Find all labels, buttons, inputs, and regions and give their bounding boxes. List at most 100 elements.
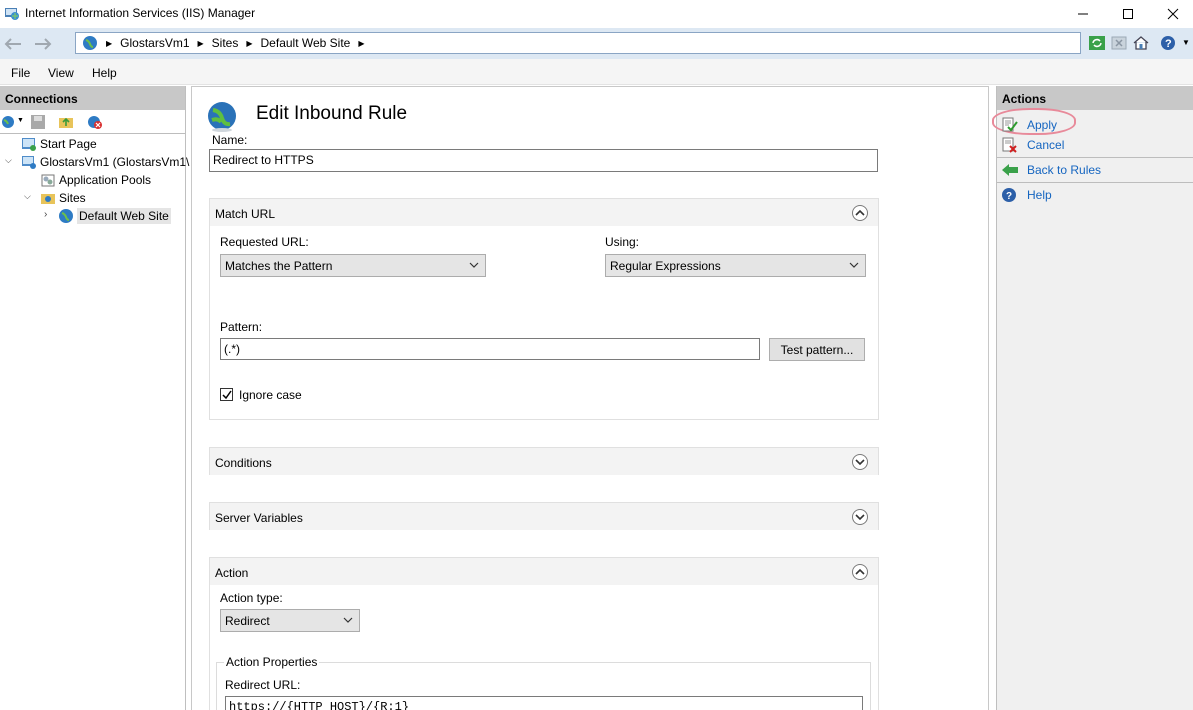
minimize-button[interactable]	[1060, 0, 1106, 28]
breadcrumb-sites[interactable]: Sites	[212, 36, 239, 50]
breadcrumb-separator-icon: ▶	[246, 38, 253, 48]
close-icon	[1167, 8, 1179, 20]
chevron-up-icon[interactable]	[852, 564, 868, 580]
select-value: Matches the Pattern	[225, 259, 333, 273]
chevron-up-icon[interactable]	[852, 205, 868, 221]
test-pattern-button[interactable]: Test pattern...	[769, 338, 865, 361]
action-type-select[interactable]: Redirect	[220, 609, 360, 632]
stop-icon[interactable]	[1110, 34, 1128, 52]
connect-globe-icon[interactable]	[1, 114, 17, 130]
help-dropdown-icon[interactable]: ?	[1160, 34, 1178, 52]
menu-help[interactable]: Help	[92, 66, 117, 80]
requested-url-label: Requested URL:	[220, 235, 309, 249]
tree-label: GlostarsVm1 (GlostarsVm1\	[40, 155, 190, 169]
server-variables-section: Server Variables	[209, 502, 879, 530]
section-title: Match URL	[215, 207, 276, 221]
up-folder-icon[interactable]	[58, 114, 74, 130]
back-arrow-icon	[1002, 164, 1018, 176]
redirect-url-field[interactable]: https://{HTTP_HOST}/{R:1}	[225, 696, 863, 710]
minimize-icon	[1078, 13, 1088, 15]
tree-label: Application Pools	[59, 173, 152, 187]
svg-text:?: ?	[1006, 191, 1012, 202]
tree-item-sites[interactable]: Sites	[40, 189, 86, 207]
globe-icon	[83, 36, 97, 50]
chevron-down-icon[interactable]	[852, 509, 868, 525]
chevron-down-icon[interactable]	[852, 454, 868, 470]
tree-label: Start Page	[40, 137, 97, 151]
breadcrumb-separator-icon: ▶	[358, 38, 365, 48]
window-title: Internet Information Services (IIS) Mana…	[25, 6, 256, 20]
connections-header: Connections	[0, 86, 185, 110]
start-page-icon	[22, 138, 36, 151]
collapse-chevron-icon[interactable]: ⌵	[24, 191, 31, 202]
address-field[interactable]: ▶ GlostarsVm1 ▶ Sites ▶ Default Web Site…	[75, 32, 1081, 54]
server-icon	[22, 156, 36, 169]
redirect-url-label: Redirect URL:	[225, 678, 301, 692]
actions-divider	[997, 182, 1193, 183]
forward-arrow-icon	[35, 38, 52, 50]
refresh-icon[interactable]	[1088, 34, 1106, 52]
match-url-section: Match URL Requested URL: Matches the Pat…	[209, 198, 879, 420]
svg-text:?: ?	[1165, 38, 1172, 50]
back-to-rules-label: Back to Rules	[1027, 163, 1102, 177]
action-type-label: Action type:	[220, 591, 283, 605]
chevron-down-icon	[343, 617, 353, 623]
chevron-down-icon[interactable]: ▼	[1182, 38, 1190, 47]
back-nav-button[interactable]	[2, 34, 24, 54]
page-title: Edit Inbound Rule	[256, 103, 408, 124]
ignore-case-checkbox[interactable]	[220, 388, 233, 401]
using-select[interactable]: Regular Expressions	[605, 254, 866, 277]
cancel-icon	[1002, 137, 1017, 153]
actions-divider	[997, 157, 1193, 158]
match-url-header[interactable]: Match URL	[210, 199, 878, 226]
menu-view[interactable]: View	[48, 66, 74, 80]
forward-nav-button[interactable]	[32, 34, 54, 54]
help-label: Help	[1027, 188, 1052, 202]
edit-inbound-rule-panel: Edit Inbound Rule Name: Redirect to HTTP…	[191, 86, 989, 710]
action-properties-label: Action Properties	[224, 655, 320, 669]
title-bar: Internet Information Services (IIS) Mana…	[0, 0, 1193, 28]
select-value: Redirect	[225, 614, 270, 628]
collapse-chevron-icon[interactable]: ⌵	[5, 155, 12, 166]
breadcrumb-server[interactable]: GlostarsVm1	[120, 36, 189, 50]
name-field[interactable]: Redirect to HTTPS	[209, 149, 878, 172]
requested-url-select[interactable]: Matches the Pattern	[220, 254, 486, 277]
disconnect-icon[interactable]	[87, 114, 103, 130]
section-title: Conditions	[215, 456, 272, 470]
maximize-button[interactable]	[1105, 0, 1151, 28]
conditions-header[interactable]: Conditions	[210, 448, 878, 475]
help-icon: ?	[1002, 188, 1016, 202]
maximize-icon	[1123, 9, 1133, 19]
action-section: Action Action type: Redirect Action Prop…	[209, 557, 879, 710]
menu-file[interactable]: File	[11, 66, 30, 80]
pattern-field[interactable]: (.*)	[220, 338, 760, 360]
tree-item-application-pools[interactable]: Application Pools	[40, 171, 151, 189]
action-header[interactable]: Action	[210, 558, 878, 585]
cancel-action[interactable]: Cancel	[1001, 136, 1064, 154]
apply-action[interactable]: Apply	[1001, 116, 1057, 134]
rewrite-globe-icon	[208, 102, 236, 132]
back-arrow-icon	[4, 38, 21, 50]
conditions-section: Conditions	[209, 447, 879, 475]
pattern-label: Pattern:	[220, 320, 263, 334]
sites-folder-icon	[41, 194, 55, 204]
website-globe-icon	[59, 209, 73, 223]
close-button[interactable]	[1150, 0, 1193, 28]
tree-label: Default Web Site	[77, 208, 171, 224]
back-to-rules-action[interactable]: Back to Rules	[1001, 161, 1101, 179]
help-action[interactable]: ? Help	[1001, 186, 1052, 204]
server-variables-header[interactable]: Server Variables	[210, 503, 878, 530]
chevron-down-icon[interactable]: ▼	[17, 117, 24, 124]
save-icon[interactable]	[30, 114, 46, 130]
home-icon[interactable]	[1132, 34, 1150, 52]
breadcrumb-separator-icon: ▶	[197, 38, 204, 48]
apply-label: Apply	[1027, 118, 1058, 132]
breadcrumb-default-web-site[interactable]: Default Web Site	[261, 36, 351, 50]
tree-item-start-page[interactable]: Start Page	[21, 135, 97, 153]
tree-item-default-web-site[interactable]: Default Web Site	[58, 207, 171, 225]
chevron-down-icon	[849, 262, 859, 268]
tree-item-server[interactable]: GlostarsVm1 (GlostarsVm1\	[21, 153, 189, 171]
breadcrumb-separator-icon: ▶	[106, 38, 113, 48]
apply-icon	[1002, 117, 1018, 132]
expand-chevron-icon[interactable]: ›	[44, 209, 47, 220]
